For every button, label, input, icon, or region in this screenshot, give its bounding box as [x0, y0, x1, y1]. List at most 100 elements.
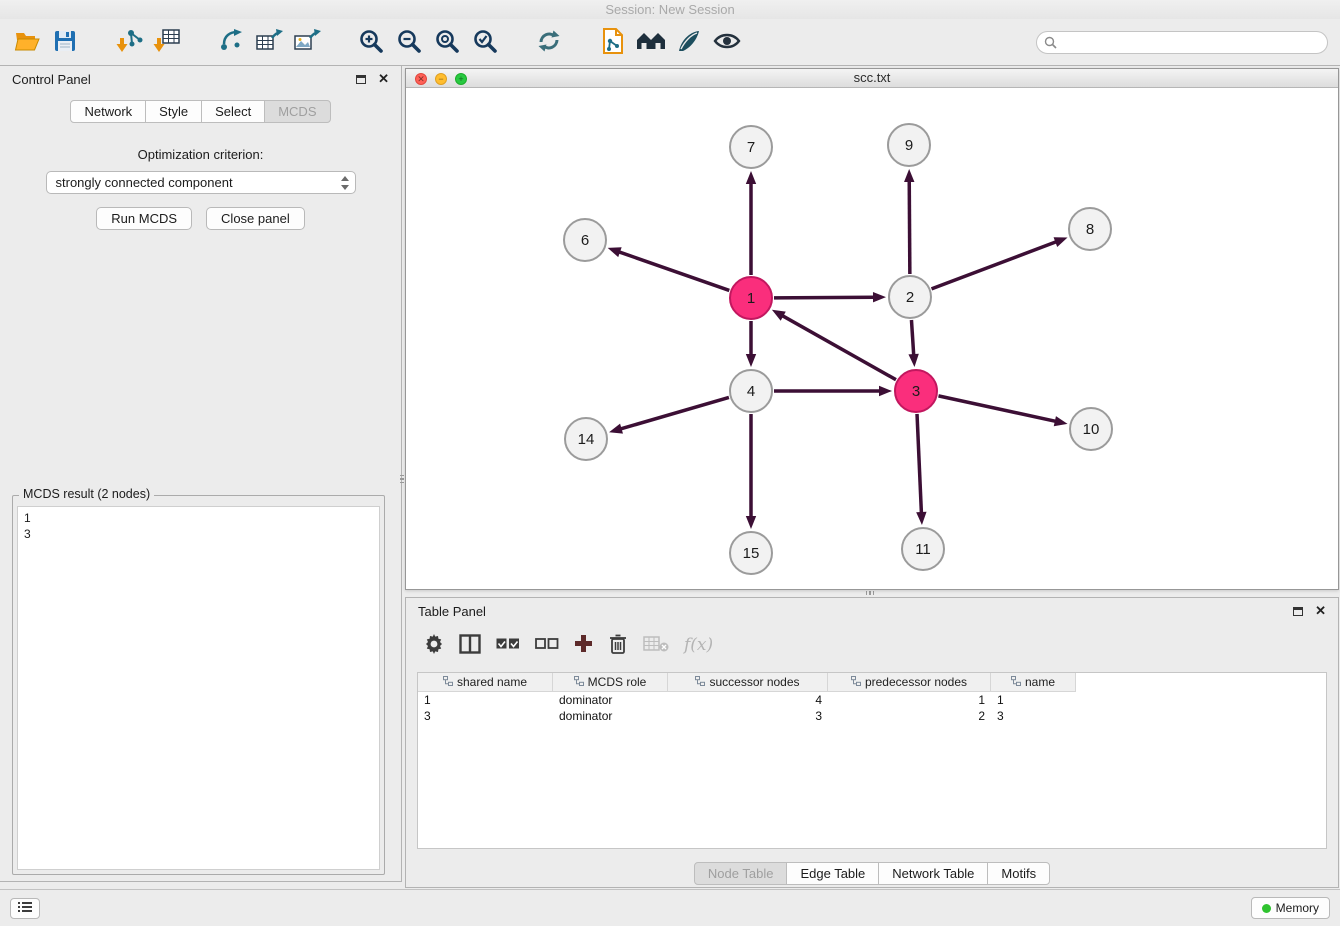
minimize-window-button[interactable]: −: [435, 73, 447, 85]
control-panel-title: Control Panel: [12, 72, 91, 87]
table-export-icon: [255, 28, 283, 57]
zoom-in-icon: [358, 28, 384, 57]
graph-edge-3-1[interactable]: [781, 315, 895, 380]
tab-mcds[interactable]: MCDS: [264, 100, 330, 123]
float-panel-icon[interactable]: [356, 75, 366, 84]
function-builder-button[interactable]: f(x): [684, 632, 713, 658]
table-cell: dominator: [553, 708, 668, 724]
graph-edge-3-10[interactable]: [938, 396, 1056, 422]
status-bar: Memory: [0, 889, 1340, 926]
network-canvas[interactable]: 7968124314101511: [406, 88, 1338, 589]
select-all-columns-button[interactable]: [496, 632, 520, 658]
node-table[interactable]: shared name MCDS rolesuccessor nodesprede…: [417, 672, 1327, 849]
close-panel-button[interactable]: Close panel: [206, 207, 305, 230]
column-header-shared-name[interactable]: shared name: [418, 673, 553, 692]
deselect-all-columns-button[interactable]: [535, 632, 559, 658]
graph-edge-3-11[interactable]: [917, 414, 921, 514]
checked-boxes-icon: [496, 637, 520, 653]
close-panel-icon[interactable]: ✕: [378, 74, 389, 84]
zoom-in-button[interactable]: [356, 26, 386, 58]
new-network-button[interactable]: [216, 26, 246, 58]
mcds-result-line: 3: [24, 526, 373, 542]
graph-node-label: 1: [747, 290, 755, 307]
graph-edge-arrow: [772, 310, 786, 321]
delete-column-button[interactable]: [608, 632, 628, 658]
graph-node-label: 10: [1083, 421, 1100, 438]
control-panel: Control Panel ✕ Network Style Select MCD…: [0, 66, 402, 882]
graph-edge-1-6[interactable]: [618, 252, 729, 291]
column-header-mcds-role[interactable]: MCDS role: [553, 673, 668, 692]
table-cell: 3: [418, 708, 553, 724]
mcds-result-line: 1: [24, 510, 373, 526]
graph-node-label: 7: [747, 139, 755, 156]
delete-table-button[interactable]: [643, 632, 669, 658]
criterion-dropdown[interactable]: strongly connected component: [46, 171, 356, 194]
show-hide-button[interactable]: [712, 26, 742, 58]
table-row[interactable]: 3dominator323: [418, 708, 1326, 724]
show-panels-button[interactable]: [10, 898, 40, 919]
graph-edge-arrow: [873, 292, 886, 302]
close-table-panel-icon[interactable]: ✕: [1315, 606, 1326, 616]
gear-icon: [424, 634, 444, 657]
column-sort-icon: [574, 675, 584, 689]
tab-motifs[interactable]: Motifs: [987, 862, 1050, 885]
table-panel-tabs: Node Table Edge Table Network Table Moti…: [406, 862, 1338, 885]
column-header-label: shared name: [457, 675, 527, 689]
table-cell: 1: [991, 692, 1076, 708]
tab-network-table[interactable]: Network Table: [878, 862, 988, 885]
import-table-button[interactable]: [152, 26, 182, 58]
export-image-button[interactable]: [292, 26, 322, 58]
table-row[interactable]: 1dominator411: [418, 692, 1326, 708]
overview-button[interactable]: [636, 26, 666, 58]
apply-layout-button[interactable]: [534, 26, 564, 58]
import-network-button[interactable]: [114, 26, 144, 58]
tab-edge-table[interactable]: Edge Table: [786, 862, 879, 885]
export-table-button[interactable]: [254, 26, 284, 58]
float-table-panel-icon[interactable]: [1293, 607, 1303, 616]
refresh-icon: [536, 28, 562, 57]
show-columns-button[interactable]: [459, 632, 481, 658]
create-column-button[interactable]: [574, 632, 593, 658]
graph-edge-2-3[interactable]: [911, 320, 913, 356]
tab-style[interactable]: Style: [145, 100, 202, 123]
column-header-successor-nodes[interactable]: successor nodes: [668, 673, 828, 692]
folder-open-icon: [14, 29, 40, 56]
tab-node-table[interactable]: Node Table: [694, 862, 788, 885]
column-header-name[interactable]: name: [991, 673, 1076, 692]
zoom-fit-button[interactable]: [432, 26, 462, 58]
clone-network-button[interactable]: [598, 26, 628, 58]
graph-edge-arrow: [1054, 237, 1068, 247]
save-icon: [53, 29, 77, 56]
import-table-icon: [153, 28, 181, 57]
open-session-button[interactable]: [12, 26, 42, 58]
network-graph: 7968124314101511: [406, 88, 1338, 589]
criterion-dropdown-value: strongly connected component: [56, 175, 233, 190]
table-cell: dominator: [553, 692, 668, 708]
graph-node-label: 2: [906, 289, 914, 306]
graph-edge-1-2[interactable]: [774, 297, 875, 298]
graph-edge-arrow: [904, 169, 914, 182]
table-settings-button[interactable]: [424, 632, 444, 658]
zoom-fit-icon: [434, 28, 460, 57]
zoom-selected-button[interactable]: [470, 26, 500, 58]
tab-select[interactable]: Select: [201, 100, 265, 123]
graph-edge-2-8[interactable]: [932, 241, 1058, 289]
search-input[interactable]: [1036, 31, 1328, 54]
zoom-window-button[interactable]: +: [455, 73, 467, 85]
mcds-result-list[interactable]: 13: [17, 506, 380, 870]
table-cell: 3: [668, 708, 828, 724]
apply-style-button[interactable]: [674, 26, 704, 58]
column-header-predecessor-nodes[interactable]: predecessor nodes: [828, 673, 991, 692]
memory-button[interactable]: Memory: [1251, 897, 1330, 919]
tab-network[interactable]: Network: [70, 100, 146, 123]
zoom-out-button[interactable]: [394, 26, 424, 58]
save-session-button[interactable]: [50, 26, 80, 58]
graph-edge-2-9[interactable]: [909, 180, 910, 274]
graph-edge-4-14[interactable]: [620, 397, 729, 429]
close-window-button[interactable]: ✕: [415, 73, 427, 85]
horizontal-splitter-handle[interactable]: [857, 590, 883, 596]
run-mcds-button[interactable]: Run MCDS: [96, 207, 192, 230]
graph-edge-arrow: [1054, 416, 1068, 426]
column-header-label: name: [1025, 675, 1055, 689]
graph-edge-arrow: [746, 171, 756, 184]
